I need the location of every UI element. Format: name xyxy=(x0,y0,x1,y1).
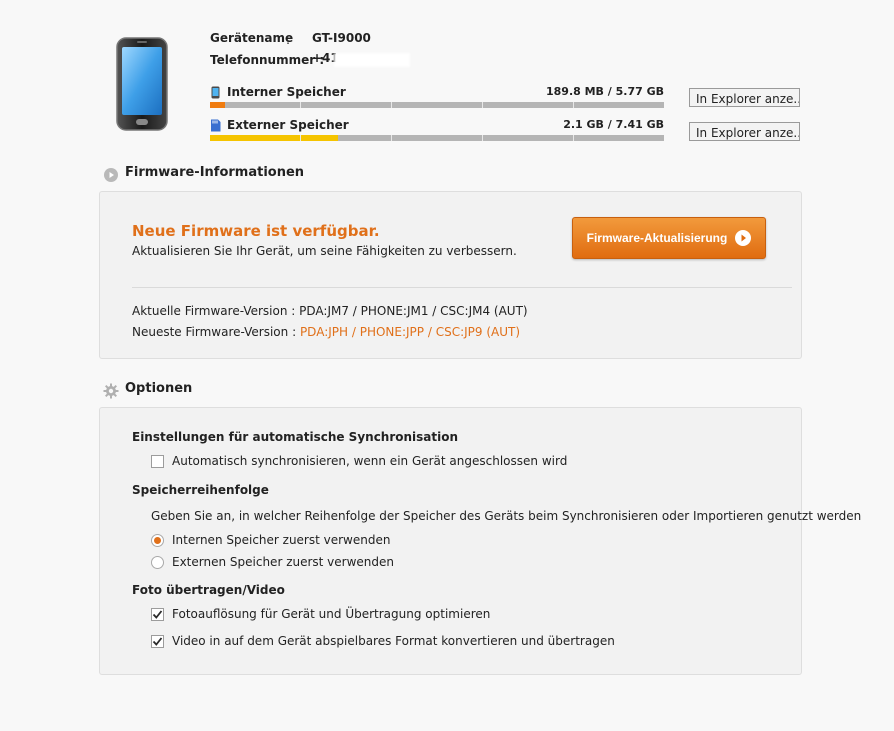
gear-icon xyxy=(103,383,119,399)
storage-order-heading: Speicherreihenfolge xyxy=(132,483,269,497)
external-first-label: Externen Speicher zuerst verwenden xyxy=(172,555,395,569)
play-circle-icon xyxy=(104,168,118,182)
sd-card-icon xyxy=(211,119,221,132)
device-name-value: GT-I9000 xyxy=(312,31,371,45)
bar-segment-divider xyxy=(573,135,574,141)
latest-firmware-value: PDA:JPH / PHONE:JPP / CSC:JP9 (AUT) xyxy=(299,325,521,339)
latest-firmware-label: Neueste Firmware-Version : xyxy=(132,325,300,339)
options-section-title: Optionen xyxy=(125,381,193,396)
current-firmware-label: Aktuelle Firmware-Version : xyxy=(132,304,300,318)
device-name-colon: : xyxy=(286,33,291,47)
auto-sync-label: Automatisch synchronisieren, wenn ein Ge… xyxy=(172,454,568,468)
firmware-available-headline: Neue Firmware ist verfügbar. xyxy=(132,222,380,240)
external-storage-fill xyxy=(210,135,339,141)
internal-storage-usage: 189.8 MB / 5.77 GB xyxy=(545,85,664,98)
storage-order-description: Geben Sie an, in welcher Reihenfolge der… xyxy=(151,509,862,523)
latest-firmware-line: Neueste Firmware-Version : PDA:JPH / PHO… xyxy=(132,325,520,339)
internal-storage-bar xyxy=(210,102,664,108)
internal-first-radio[interactable] xyxy=(151,533,164,547)
firmware-divider xyxy=(132,287,792,288)
external-first-radio[interactable] xyxy=(151,555,164,569)
bar-segment-divider xyxy=(482,135,483,141)
auto-sync-option[interactable]: Automatisch synchronisieren, wenn ein Ge… xyxy=(151,454,567,468)
internal-first-label: Internen Speicher zuerst verwenden xyxy=(172,533,391,547)
bar-segment-divider xyxy=(391,135,392,141)
device-phone-image xyxy=(116,37,168,131)
auto-sync-checkbox[interactable] xyxy=(151,454,164,468)
video-convert-checkbox[interactable] xyxy=(151,634,164,648)
external-explorer-button[interactable]: In Explorer anze... xyxy=(689,122,800,141)
photo-optimize-option[interactable]: Fotoauflösung für Gerät und Übertragung … xyxy=(151,607,490,621)
bar-segment-divider xyxy=(300,135,301,141)
device-name-label: Gerätename xyxy=(210,31,294,45)
external-first-option[interactable]: Externen Speicher zuerst verwenden xyxy=(151,555,394,569)
external-storage-title: Externer Speicher xyxy=(227,118,349,132)
photo-video-heading: Foto übertragen/Video xyxy=(132,583,285,597)
video-convert-label: Video in auf dem Gerät abspielbares Form… xyxy=(172,634,615,648)
sync-settings-heading: Einstellungen für automatische Synchroni… xyxy=(132,430,459,444)
radio-selected-dot xyxy=(154,536,161,544)
internal-explorer-button[interactable]: In Explorer anze... xyxy=(689,88,800,107)
bar-segment-divider xyxy=(300,102,301,108)
phone-memory-icon xyxy=(211,86,220,99)
current-firmware-value: PDA:JM7 / PHONE:JM1 / CSC:JM4 (AUT) xyxy=(299,304,528,318)
external-storage-bar xyxy=(210,135,664,141)
photo-optimize-label: Fotoauflösung für Gerät und Übertragung … xyxy=(172,607,491,621)
external-storage-usage: 2.1 GB / 7.41 GB xyxy=(563,118,664,131)
internal-storage-fill xyxy=(210,102,225,108)
phone-number-label: Telefonnummer : xyxy=(210,53,325,67)
firmware-available-subtitle: Aktualisieren Sie Ihr Gerät, um seine Fä… xyxy=(132,244,517,258)
firmware-section-title: Firmware-Informationen xyxy=(125,165,305,180)
bar-segment-divider xyxy=(573,102,574,108)
internal-storage-title: Interner Speicher xyxy=(227,85,346,99)
internal-first-option[interactable]: Internen Speicher zuerst verwenden xyxy=(151,533,390,547)
photo-optimize-checkbox[interactable] xyxy=(151,607,164,621)
firmware-update-label: Firmware-Aktualisierung xyxy=(586,231,728,245)
phone-number-redaction xyxy=(334,53,410,67)
bar-segment-divider xyxy=(391,102,392,108)
video-convert-option[interactable]: Video in auf dem Gerät abspielbares Form… xyxy=(151,634,615,648)
play-arrow-icon xyxy=(735,230,752,246)
current-firmware-line: Aktuelle Firmware-Version : PDA:JM7 / PH… xyxy=(132,304,528,318)
firmware-update-button[interactable]: Firmware-Aktualisierung xyxy=(572,217,766,259)
bar-segment-divider xyxy=(482,102,483,108)
